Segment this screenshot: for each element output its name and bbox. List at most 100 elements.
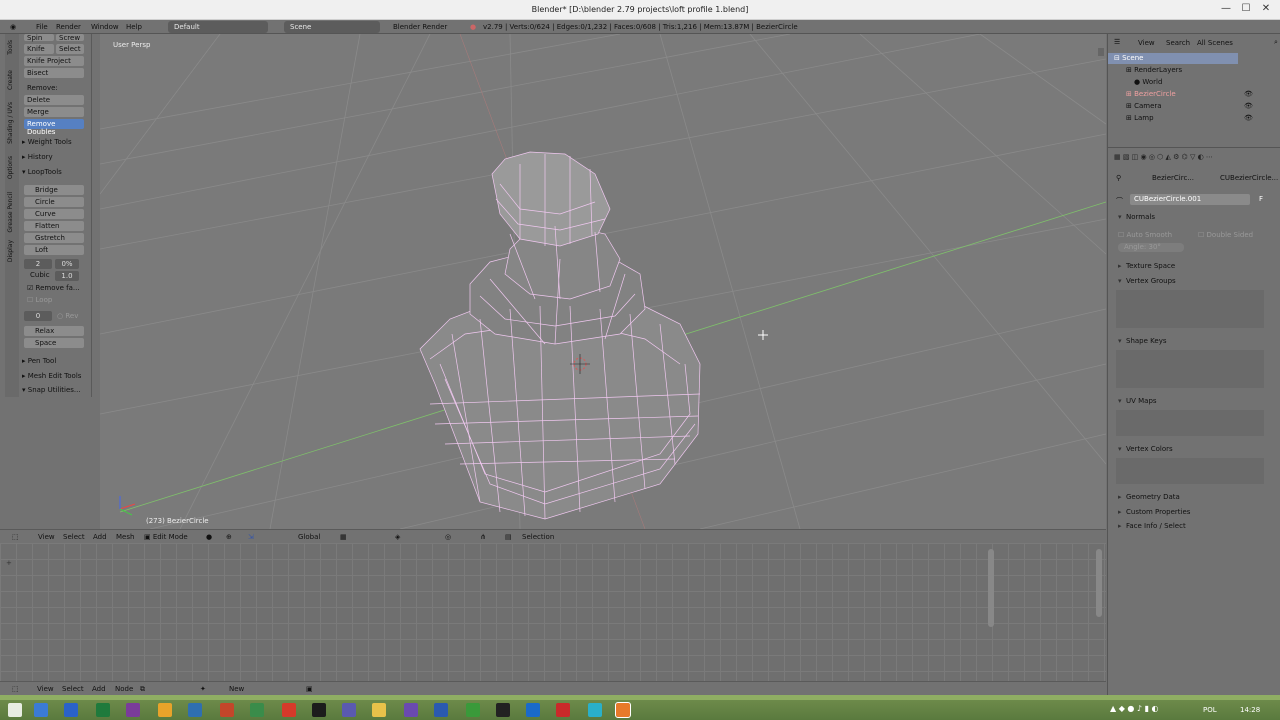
opera-icon[interactable] bbox=[282, 703, 296, 717]
powerpoint-icon[interactable] bbox=[220, 703, 234, 717]
screw-button[interactable]: Screw bbox=[56, 34, 84, 42]
merge-button[interactable]: Merge bbox=[24, 107, 84, 117]
outliner-row-camera[interactable]: ⊞ Camera bbox=[1126, 102, 1162, 110]
scrollbar-right[interactable] bbox=[1096, 549, 1102, 617]
loop-checkbox[interactable]: ☐ Loop bbox=[27, 296, 52, 304]
app-icon-20[interactable] bbox=[588, 703, 602, 717]
explorer-icon[interactable] bbox=[372, 703, 386, 717]
section-vertex-groups[interactable]: ▾ Vertex Groups bbox=[1118, 277, 1176, 285]
section-shape-keys[interactable]: ▾ Shape Keys bbox=[1118, 337, 1166, 345]
outliner-editor-icon[interactable]: ☰ bbox=[1114, 38, 1120, 46]
panel-looptools[interactable]: ▾ LoopTools bbox=[22, 168, 62, 176]
node-menu-node[interactable]: Node bbox=[115, 685, 133, 693]
vs-icon[interactable] bbox=[342, 703, 356, 717]
section-texture-space[interactable]: ▸ Texture Space bbox=[1118, 262, 1175, 270]
tab-tools[interactable]: Tools bbox=[7, 40, 14, 55]
rev-checkbox[interactable]: ○ Rev bbox=[57, 312, 78, 320]
minimize-button[interactable]: — bbox=[1218, 2, 1234, 16]
loft-segments-field[interactable]: 2 bbox=[24, 259, 52, 269]
app-icon-14[interactable] bbox=[404, 703, 418, 717]
maximize-button[interactable]: ☐ bbox=[1238, 2, 1254, 16]
panel-history[interactable]: ▸ History bbox=[22, 153, 53, 161]
selection-label[interactable]: Selection bbox=[522, 533, 554, 541]
scene-selector[interactable]: Scene bbox=[284, 21, 380, 33]
new-button[interactable]: New bbox=[229, 685, 244, 693]
3d-view-editor-icon[interactable]: ⬚ bbox=[12, 533, 19, 541]
proportional-edit-icon[interactable]: ◎ bbox=[445, 533, 451, 541]
render-preview-icon[interactable]: ▤ bbox=[505, 533, 512, 541]
menu-window[interactable]: Window bbox=[91, 23, 119, 31]
panel-pen-tool[interactable]: ▸ Pen Tool bbox=[22, 357, 56, 365]
tab-create[interactable]: Create bbox=[7, 70, 14, 90]
outliner-row-renderlayers[interactable]: ⊞ RenderLayers bbox=[1126, 66, 1182, 74]
menu-render[interactable]: Render bbox=[56, 23, 81, 31]
node-tree-type-icon[interactable]: ⧉ bbox=[140, 685, 145, 694]
visibility-eye-icon[interactable]: 👁 bbox=[1244, 90, 1253, 98]
node-editor-icon[interactable]: ⬚ bbox=[12, 685, 19, 693]
layout-selector[interactable]: Default bbox=[168, 21, 268, 33]
publisher-icon[interactable] bbox=[250, 703, 264, 717]
word-icon[interactable] bbox=[434, 703, 448, 717]
scrollbar-vertical[interactable] bbox=[988, 549, 994, 627]
datablock-name-field[interactable]: CUBezierCircle.001 bbox=[1130, 194, 1250, 205]
unity-icon[interactable] bbox=[312, 703, 326, 717]
orientation-selector[interactable]: Global bbox=[298, 533, 320, 541]
app-icon-17[interactable] bbox=[496, 703, 510, 717]
editor-area[interactable]: + bbox=[0, 543, 1106, 681]
vertex-groups-list[interactable] bbox=[1116, 290, 1264, 328]
outliner-search-icon[interactable]: ⌕ bbox=[1274, 38, 1278, 47]
app-icon-18[interactable] bbox=[526, 703, 540, 717]
viewport-corner-widget[interactable] bbox=[1098, 48, 1104, 56]
close-button[interactable]: ✕ bbox=[1258, 2, 1274, 16]
menu-file[interactable]: File bbox=[36, 23, 48, 31]
shape-keys-list[interactable] bbox=[1116, 350, 1264, 388]
language-indicator[interactable]: POL bbox=[1203, 706, 1217, 714]
remove-faces-checkbox[interactable]: ☑ Remove fa... bbox=[27, 284, 80, 292]
select-button[interactable]: Select bbox=[56, 44, 84, 54]
pivot-point-icon[interactable]: ⊕ bbox=[226, 533, 232, 541]
tab-options[interactable]: Options bbox=[7, 156, 14, 179]
outlook-icon[interactable] bbox=[188, 703, 202, 717]
knife-button[interactable]: Knife bbox=[24, 44, 54, 54]
select-mode-icon[interactable]: ◈ bbox=[395, 533, 400, 541]
looptools-loft[interactable]: Loft bbox=[24, 245, 84, 255]
outliner-row-world[interactable]: ● World bbox=[1134, 78, 1162, 86]
menu-mesh[interactable]: Mesh bbox=[116, 533, 134, 541]
pin-icon[interactable]: ⚲ bbox=[1116, 174, 1121, 182]
outliner-row-scene[interactable]: ⊟ Scene bbox=[1114, 54, 1143, 62]
excel-icon[interactable] bbox=[96, 703, 110, 717]
angle-field[interactable]: Angle: 30° bbox=[1118, 243, 1184, 252]
tab-grease-pencil[interactable]: Grease Pencil bbox=[7, 192, 14, 233]
spin-button[interactable]: Spin bbox=[24, 34, 54, 42]
section-vertex-colors[interactable]: ▾ Vertex Colors bbox=[1118, 445, 1173, 453]
snap-icon[interactable]: ⋔ bbox=[480, 533, 486, 541]
layer-buttons-icon[interactable]: ▦ bbox=[340, 533, 347, 541]
section-custom-properties[interactable]: ▸ Custom Properties bbox=[1118, 508, 1190, 516]
outliner-menu-view[interactable]: View bbox=[1138, 39, 1155, 47]
ie-icon[interactable] bbox=[34, 703, 48, 717]
loft-interp-field[interactable]: 1.0 bbox=[55, 271, 79, 281]
tab-display[interactable]: Display bbox=[7, 240, 14, 262]
knife-project-button[interactable]: Knife Project bbox=[24, 56, 84, 66]
looptools-gstretch[interactable]: Gstretch bbox=[24, 233, 84, 243]
app-icon-19[interactable] bbox=[556, 703, 570, 717]
breadcrumb-data[interactable]: CUBezierCircle... bbox=[1220, 174, 1278, 182]
clock[interactable]: 14:28 bbox=[1240, 706, 1260, 714]
double-sided-checkbox[interactable]: ☐ Double Sided bbox=[1198, 231, 1253, 239]
menu-view[interactable]: View bbox=[38, 533, 55, 541]
looptools-space[interactable]: Space bbox=[24, 338, 84, 348]
uv-maps-list[interactable] bbox=[1116, 410, 1264, 436]
section-uv-maps[interactable]: ▾ UV Maps bbox=[1118, 397, 1157, 405]
start-button-icon[interactable] bbox=[8, 703, 22, 717]
shading-mode-icon[interactable]: ● bbox=[206, 533, 212, 541]
tab-shading-uvs[interactable]: Shading / UVs bbox=[7, 102, 14, 144]
panel-snap-utilities[interactable]: ▾ Snap Utilities... bbox=[22, 386, 81, 394]
loft-strength-field[interactable]: 0% bbox=[55, 259, 79, 269]
section-face-info[interactable]: ▸ Face Info / Select bbox=[1118, 522, 1186, 530]
auto-smooth-checkbox[interactable]: ☐ Auto Smooth bbox=[1118, 231, 1172, 239]
section-normals[interactable]: ▾ Normals bbox=[1118, 213, 1155, 221]
looptools-relax[interactable]: Relax bbox=[24, 326, 84, 336]
app-icon-2[interactable] bbox=[64, 703, 78, 717]
node-menu-select[interactable]: Select bbox=[62, 685, 84, 693]
menu-help[interactable]: Help bbox=[126, 23, 142, 31]
